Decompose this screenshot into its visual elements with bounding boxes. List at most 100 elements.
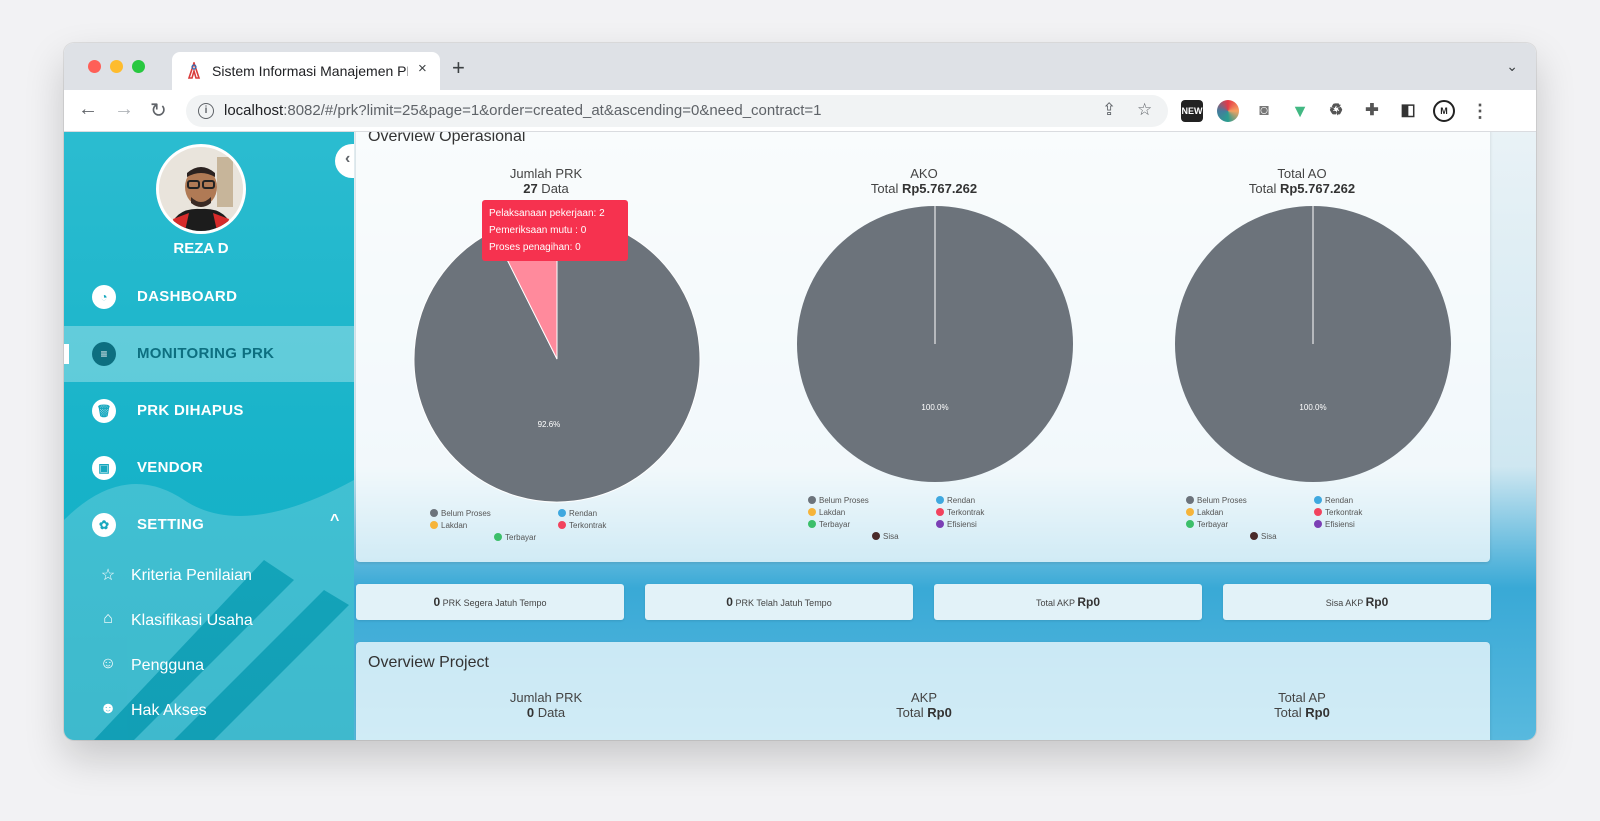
pie-chart-total-ao[interactable]: 100.0% [1173,204,1453,484]
stat-label: Sisa AKP [1325,598,1366,608]
legend-label: Belum Proses [819,496,869,505]
chart-subtitle: Total Rp5.767.262 [1202,181,1402,196]
chart-subtitle-prefix: Total [1274,705,1306,720]
vue-icon[interactable]: ▼ [1289,100,1311,122]
url-text[interactable]: localhost:8082/#/prk?limit=25&page=1&ord… [224,102,822,119]
legend-item[interactable]: Rendan [936,496,975,505]
card-title: Overview Project [368,654,489,671]
puzzle-icon[interactable]: ✚ [1361,100,1383,122]
legend-label: Terkontrak [947,508,985,517]
browser-toolbar: ← → ↻ i localhost:8082/#/prk?limit=25&pa… [64,90,1536,132]
legend-item[interactable]: Terkontrak [1314,508,1362,517]
reload-icon[interactable]: ↻ [150,98,167,123]
sidebar: REZA D ‹ ◔ DASHBOARD ≡ MONITORING PRK 🗑 … [64,132,354,740]
camera-icon[interactable]: ◙ [1253,100,1275,122]
legend-label: Terbayar [1197,520,1229,529]
submenu-item-hak-akses[interactable]: ☻ Hak Akses [64,692,354,734]
sidepanel-icon[interactable]: ◧ [1397,100,1419,122]
color-picker-icon[interactable] [1217,100,1239,122]
legend-item[interactable]: Rendan [1314,496,1353,505]
legend-item[interactable]: Lakdan [1186,508,1223,517]
chevron-left-icon: ‹ [345,150,351,167]
menu-item-label: SETTING [137,516,205,533]
tab-close-icon[interactable]: × [418,60,427,77]
legend-dot-icon [1250,532,1258,540]
browser-tab-active[interactable]: Sistem Informasi Manajemen PRK × [172,52,440,90]
bookmark-star-icon[interactable]: ☆ [1137,100,1152,120]
legend-dot-icon [1314,508,1322,516]
legend-item[interactable]: Terkontrak [936,508,984,517]
forward-arrow-icon[interactable]: → [114,98,134,121]
submenu-item-label: Hak Akses [131,702,207,719]
minimize-window-button[interactable] [110,60,123,73]
stat-total-akp[interactable]: Total AKP Rp0 [934,584,1202,620]
favicon-icon [187,62,201,79]
legend-dot-icon [1186,520,1194,528]
legend-label: Sisa [1261,532,1277,541]
chart-title-text: Total AO [1277,166,1327,181]
submenu-item-klasifikasi-usaha[interactable]: ⌂ Klasifikasi Usaha [64,602,354,644]
stat-prk-segera-jatuh-tempo[interactable]: 0 PRK Segera Jatuh Tempo [356,584,624,620]
legend-item[interactable]: Lakdan [430,521,467,530]
profile-icon[interactable]: M [1433,100,1455,122]
legend-item[interactable]: Terkontrak [558,521,606,530]
tooltip-line: Pemeriksaan mutu : 0 [489,225,587,236]
legend-item[interactable]: Efisiensi [936,520,977,529]
legend-item[interactable]: Belum Proses [808,496,869,505]
legend-item[interactable]: Belum Proses [430,509,491,518]
submenu-item-kriteria-penilaian[interactable]: ☆ Kriteria Penilaian [64,557,354,599]
card-title: Overview Operasional [368,132,526,145]
users-icon: ☺ [99,655,117,672]
stat-sisa-akp[interactable]: Sisa AKP Rp0 [1223,584,1491,620]
menu-item-dashboard[interactable]: ◔ DASHBOARD [64,269,354,325]
chart-subtitle: Total Rp0 [1202,705,1402,720]
legend-item[interactable]: Rendan [558,509,597,518]
legend-item[interactable]: Sisa [1250,532,1277,541]
legend-label: Belum Proses [1197,496,1247,505]
legend-dot-icon [808,496,816,504]
site-info-icon[interactable]: i [198,103,214,119]
legend-label: Efisiensi [1325,520,1355,529]
menu-item-prk-dihapus[interactable]: 🗑 PRK DIHAPUS [64,383,354,439]
menu-item-vendor[interactable]: ▣ VENDOR [64,440,354,496]
legend-item[interactable]: Lakdan [808,508,845,517]
overview-operasional-card: Overview Operasional Jumlah PRK 27 Data … [356,132,1490,562]
chart-subtitle-prefix: Total [896,705,928,720]
new-tab-button[interactable]: + [452,55,465,81]
chart-title-text: AKP [910,690,937,705]
legend-item[interactable]: Terbayar [1186,520,1228,529]
legend-item[interactable]: Efisiensi [1314,520,1355,529]
sidebar-collapse-button[interactable]: ‹ [335,144,354,178]
news-icon[interactable]: NEW [1181,100,1203,122]
chart-subtitle-value: Rp0 [1305,705,1330,720]
legend-item[interactable]: Belum Proses [1186,496,1247,505]
back-arrow-icon[interactable]: ← [78,98,98,121]
legend-item[interactable]: Sisa [872,532,899,541]
legend-label: Sisa [883,532,899,541]
document-icon: ≡ [92,342,116,366]
bag-icon: ▣ [92,456,116,480]
chart-subtitle-value: 27 [523,181,538,196]
chart-subtitle: 27 Data [446,181,646,196]
tooltip-line: Pelaksanaan pekerjaan: 2 [489,208,605,219]
stat-prk-telah-jatuh-tempo[interactable]: 0 PRK Telah Jatuh Tempo [645,584,913,620]
menu-item-setting[interactable]: ✿ SETTING ^ [64,497,354,553]
menu-item-monitoring-prk[interactable]: ≡ MONITORING PRK [64,326,354,382]
close-window-button[interactable] [88,60,101,73]
chart-subtitle: Total Rp0 [824,705,1024,720]
maximize-window-button[interactable] [132,60,145,73]
legend-label: Terbayar [505,533,537,542]
share-icon[interactable]: ⇪ [1102,100,1116,120]
avatar[interactable] [156,144,246,234]
pie-chart-ako[interactable]: 100.0% [795,204,1075,484]
legend-item[interactable]: Terbayar [494,533,536,542]
address-bar[interactable]: i localhost:8082/#/prk?limit=25&page=1&o… [186,95,1168,127]
user-photo [159,147,243,231]
legend-item[interactable]: Terbayar [808,520,850,529]
tab-search-chevron-icon[interactable]: ⌄ [1506,58,1518,75]
active-indicator [64,344,69,364]
recycle-icon[interactable]: ♻ [1325,100,1347,122]
kebab-menu-icon[interactable]: ⋮ [1469,100,1491,122]
url-host: localhost [224,102,284,119]
submenu-item-pengguna[interactable]: ☺ Pengguna [64,647,354,689]
